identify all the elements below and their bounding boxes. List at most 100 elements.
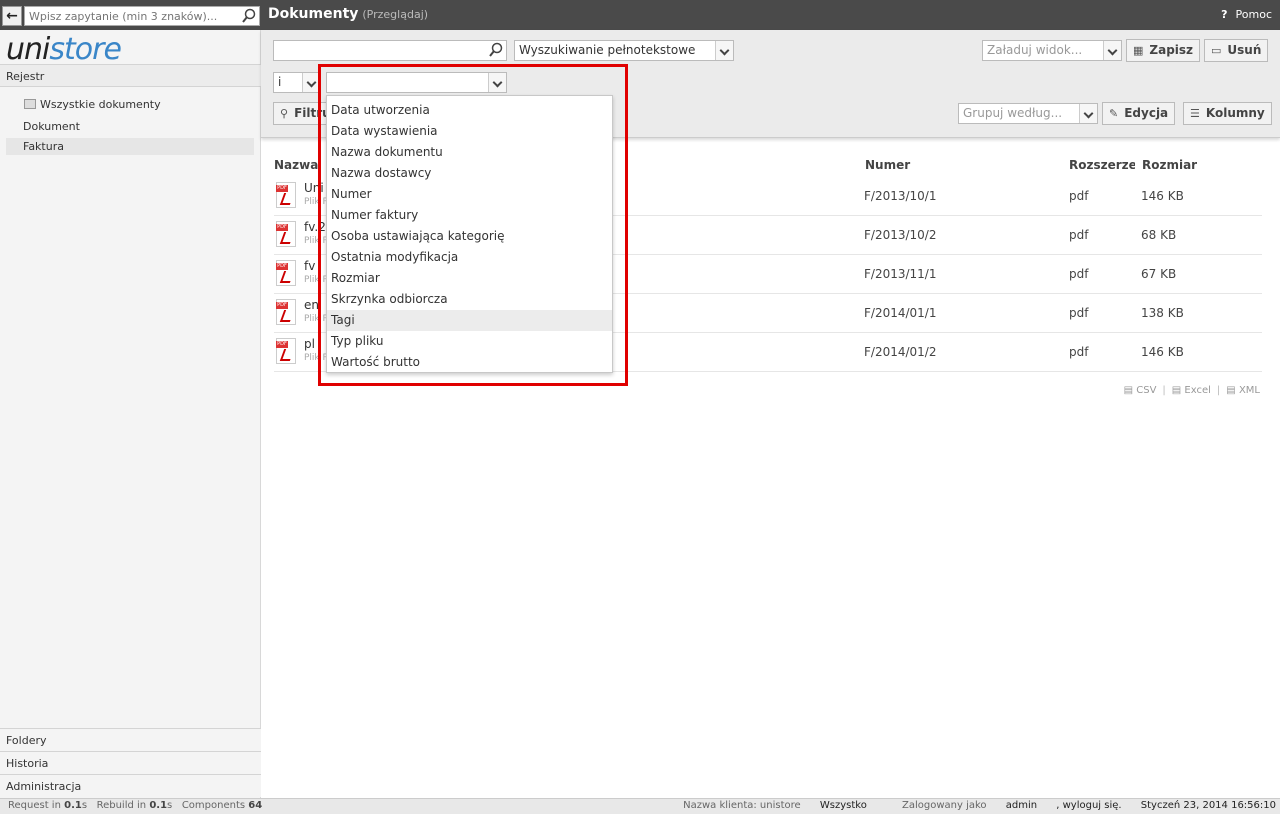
pdf-file-icon: PDF <box>276 182 296 208</box>
search-mode-select[interactable]: Wyszukiwanie pełnotekstowe <box>514 40 734 61</box>
status-request-unit: s <box>81 800 88 811</box>
tree-item-dokument[interactable]: Dokument <box>23 120 80 133</box>
delete-button[interactable]: ▭ Usuń <box>1204 39 1269 62</box>
pdf-file-icon: PDF <box>276 260 296 286</box>
pdf-file-icon: PDF <box>276 221 296 247</box>
status-bar: Request in 0.1s Rebuild in 0.1s Componen… <box>0 798 1280 814</box>
fulltext-search-input[interactable] <box>273 40 507 61</box>
chevron-down-icon <box>715 41 733 60</box>
column-header-name[interactable]: Nazwa <box>274 158 318 172</box>
status-logged-in: Zalogowany jako admin , wyloguj się. <box>886 800 1122 811</box>
pdf-file-icon: PDF <box>276 299 296 325</box>
columns-label: Kolumny <box>1205 106 1265 120</box>
search-icon[interactable] <box>241 8 257 24</box>
row-extension: pdf <box>1069 189 1089 203</box>
export-excel-link[interactable]: ▤ Excel <box>1172 385 1211 396</box>
column-header-number[interactable]: Numer <box>865 158 910 172</box>
tree-item-label: Dokument <box>23 120 80 133</box>
save-button[interactable]: ▦ Zapisz <box>1126 39 1201 62</box>
columns-icon: ☰ <box>1190 107 1200 120</box>
logout-link[interactable]: , wyloguj się. <box>1056 800 1121 811</box>
status-client: Nazwa klienta: unistore <box>683 800 801 811</box>
logo-part1: uni <box>6 32 50 67</box>
column-header-size[interactable]: Rozmiar <box>1142 158 1197 172</box>
status-datetime: Styczeń 23, 2014 16:56:10 <box>1140 800 1276 811</box>
row-size: 68 KB <box>1141 228 1177 242</box>
export-links: ▤ CSV | ▤ Excel | ▤ XML <box>1123 385 1260 396</box>
unistore-logo[interactable]: unistore <box>6 32 122 67</box>
sidebar-item-historia[interactable]: Historia <box>0 751 261 774</box>
status-info: Nazwa klienta: unistore Wszystko Zalogow… <box>667 800 1276 811</box>
sidebar-item-foldery[interactable]: Foldery <box>0 728 261 751</box>
load-view-placeholder: Załaduj widok... <box>987 43 1083 57</box>
page-title: Dokumenty (Przeglądaj) <box>268 6 428 22</box>
operator-select[interactable]: i <box>273 72 321 93</box>
column-header-label: Rozmiar <box>1142 158 1198 172</box>
row-size: 67 KB <box>1141 267 1177 281</box>
export-xml-link[interactable]: ▤ XML <box>1226 385 1260 396</box>
group-by-placeholder: Grupuj według... <box>963 106 1063 120</box>
row-extension: pdf <box>1069 228 1089 242</box>
logged-user: admin <box>1005 800 1038 811</box>
delete-label: Usuń <box>1227 43 1262 57</box>
search-icon[interactable] <box>488 42 504 58</box>
save-label: Zapisz <box>1149 43 1194 57</box>
tree-item-label: Faktura <box>23 140 64 153</box>
folder-icon <box>24 99 36 109</box>
sidebar-section-rejestr[interactable]: Rejestr <box>0 64 261 87</box>
row-extension: pdf <box>1069 267 1089 281</box>
row-size: 138 KB <box>1141 306 1184 320</box>
logo-part2: store <box>49 32 122 67</box>
row-name[interactable]: en <box>304 298 319 312</box>
edit-label: Edycja <box>1124 106 1169 120</box>
status-scope[interactable]: Wszystko <box>820 800 867 811</box>
status-request-label: Request in <box>8 800 61 811</box>
row-number: F/2014/01/1 <box>864 306 937 320</box>
tree-item-all-documents[interactable]: Wszystkie dokumenty <box>24 98 161 111</box>
top-bar: ← Dokumenty(Przeglądaj) ? Pomoc <box>0 0 1280 30</box>
pencil-icon: ✎ <box>1109 107 1119 120</box>
operator-value: i <box>278 75 282 89</box>
back-arrow-icon[interactable]: ← <box>2 6 22 26</box>
annotation-highlight-box <box>318 64 628 386</box>
export-csv-link[interactable]: ▤ CSV <box>1124 385 1157 396</box>
column-header-extension[interactable]: Rozszerzenie <box>1069 158 1135 172</box>
sidebar-bottom-label: Administracja <box>6 780 82 793</box>
row-extension: pdf <box>1069 306 1089 320</box>
row-number: F/2013/10/2 <box>864 228 937 242</box>
help-icon: ? <box>1221 8 1228 21</box>
status-rebuild-unit: s <box>167 800 173 811</box>
help-label: Pomoc <box>1235 8 1272 21</box>
export-label: XML <box>1238 385 1260 396</box>
row-size: 146 KB <box>1141 345 1184 359</box>
row-number: F/2013/11/1 <box>864 267 937 281</box>
page-subtitle: (Przeglądaj) <box>362 8 429 21</box>
row-name[interactable]: pl <box>304 337 315 351</box>
status-metrics: Request in 0.1s Rebuild in 0.1s Componen… <box>8 800 262 811</box>
row-extension: pdf <box>1069 345 1089 359</box>
sidebar-bottom-label: Foldery <box>6 734 47 747</box>
row-size: 146 KB <box>1141 189 1184 203</box>
chevron-down-icon <box>1079 104 1097 123</box>
global-search-input[interactable] <box>25 7 239 25</box>
load-view-select[interactable]: Załaduj widok... <box>982 40 1122 61</box>
group-by-select[interactable]: Grupuj według... <box>958 103 1098 124</box>
status-rebuild-value: 0.1 <box>149 800 168 811</box>
logged-prefix: Zalogowany jako <box>902 800 987 811</box>
row-number: F/2013/10/1 <box>864 189 937 203</box>
tree-item-label: Wszystkie dokumenty <box>40 98 161 111</box>
sidebar-item-administracja[interactable]: Administracja <box>0 774 261 797</box>
status-components-value: 64 <box>248 800 263 811</box>
global-search-box[interactable] <box>24 6 260 26</box>
row-name[interactable]: fv <box>304 259 315 273</box>
export-label: CSV <box>1136 385 1157 396</box>
column-header-label: Rozszerzenie <box>1069 158 1135 172</box>
sidebar-section-label: Rejestr <box>6 70 45 83</box>
tree-item-faktura[interactable]: Faktura <box>6 138 254 155</box>
columns-button[interactable]: ☰ Kolumny <box>1183 102 1272 125</box>
help-link[interactable]: ? Pomoc <box>1221 8 1272 21</box>
status-components-label: Components <box>181 800 246 811</box>
status-request-value: 0.1 <box>64 800 82 811</box>
edit-button[interactable]: ✎ Edycja <box>1102 102 1176 125</box>
pdf-file-icon: PDF <box>276 338 296 364</box>
